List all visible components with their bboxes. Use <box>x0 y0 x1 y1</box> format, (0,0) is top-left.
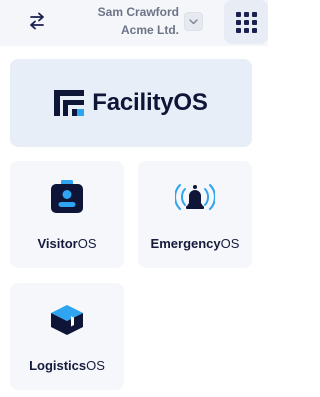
chevron-down-icon <box>189 18 198 24</box>
account-dropdown-button[interactable] <box>184 12 203 31</box>
top-bar: Sam Crawford Acme Ltd. <box>0 0 268 47</box>
brand-name: FacilityOS <box>92 89 208 116</box>
app-card-visitoros[interactable]: VisitorOS <box>10 161 124 268</box>
facilityos-logo-icon <box>54 90 85 116</box>
package-box-icon <box>51 305 83 335</box>
app-card-logisticsos[interactable]: LogisticsOS <box>10 283 124 390</box>
app-label-emergencyos: EmergencyOS <box>150 236 240 251</box>
apps-grid-icon <box>235 11 257 33</box>
app-switcher-panel: FacilityOS VisitorOS EmergencyOS Logisti… <box>0 46 268 397</box>
user-name: Sam Crawford <box>97 5 179 19</box>
visitor-badge-icon <box>51 180 83 213</box>
alarm-bell-icon <box>175 184 215 210</box>
app-switcher-button[interactable] <box>224 0 268 44</box>
organization-name: Acme Ltd. <box>120 23 179 37</box>
app-label-logisticsos: LogisticsOS <box>29 358 105 373</box>
app-card-emergencyos[interactable]: EmergencyOS <box>138 161 252 268</box>
switch-icon[interactable] <box>24 10 50 32</box>
facilityos-brand-card[interactable]: FacilityOS <box>10 59 252 147</box>
app-label-visitoros: VisitorOS <box>37 236 97 251</box>
